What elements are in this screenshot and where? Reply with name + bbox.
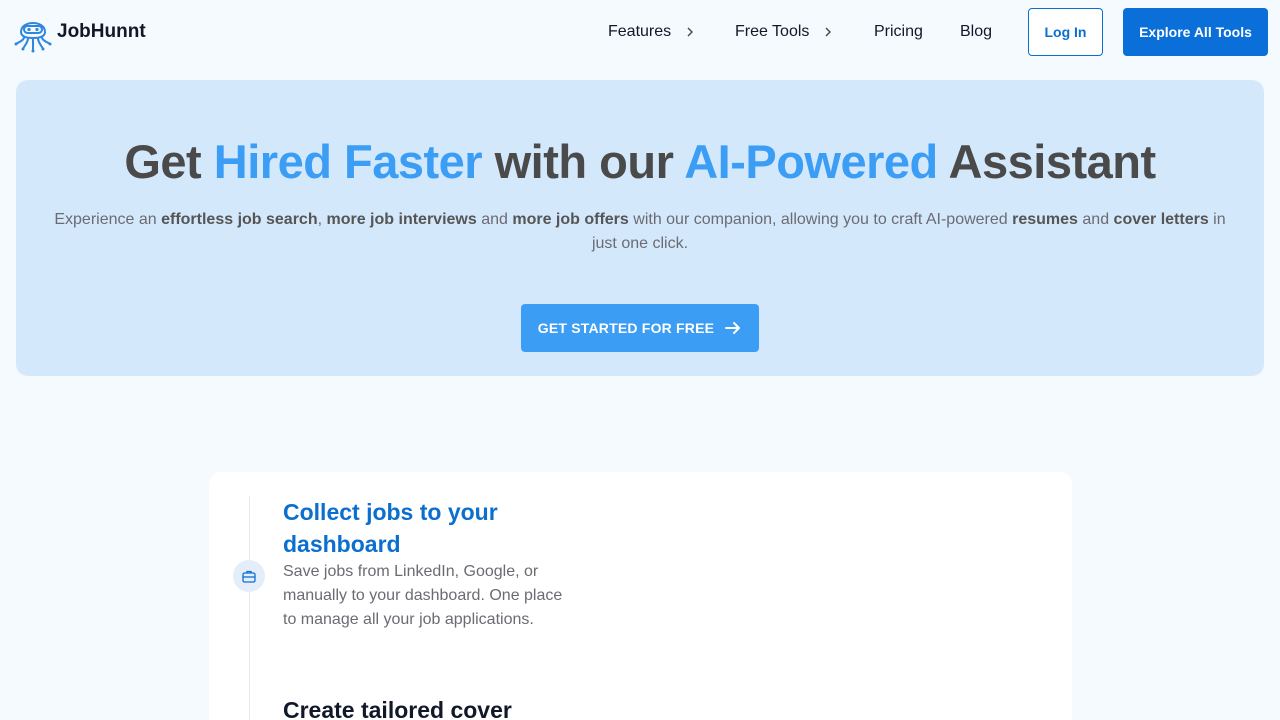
get-started-button[interactable]: GET STARTED FOR FREE xyxy=(521,304,759,352)
subtitle-text: and xyxy=(1077,211,1114,228)
nav-blog[interactable]: Blog xyxy=(960,0,992,64)
step-collect-jobs-title: Collect jobs to your dashboard xyxy=(283,499,498,557)
hero-title-highlight: AI-Powered xyxy=(684,135,938,188)
step-icon-badge xyxy=(233,560,265,592)
step-collect-jobs-description: Save jobs from LinkedIn, Google, or manu… xyxy=(283,563,563,628)
arrow-right-icon xyxy=(725,322,741,334)
timeline-line xyxy=(249,496,250,720)
hero-title-highlight: Hired Faster xyxy=(213,135,483,188)
explore-all-tools-button[interactable]: Explore All Tools xyxy=(1123,8,1268,56)
subtitle-emphasis: effortless job search xyxy=(161,211,318,228)
chevron-right-icon xyxy=(687,27,694,37)
subtitle-emphasis: more job offers xyxy=(512,211,629,228)
hero-subtitle: Experience an effortless job search, mor… xyxy=(46,208,1234,256)
nav-blog-label: Blog xyxy=(960,23,993,40)
subtitle-text: Experience an xyxy=(54,211,162,228)
top-navbar: JobHunnt Features Free Tools Pricing Blo… xyxy=(0,0,1280,64)
hero-title-part: with our xyxy=(482,135,685,188)
subtitle-emphasis: cover letters xyxy=(1113,211,1209,228)
logo-text: JobHunnt xyxy=(57,21,146,42)
nav-free-tools-label: Free Tools xyxy=(735,23,810,40)
subtitle-text: with our companion, allowing you to craf… xyxy=(628,211,1013,228)
login-button[interactable]: Log In xyxy=(1028,8,1103,56)
hero-title-part: Get xyxy=(124,135,214,188)
nav-free-tools[interactable]: Free Tools xyxy=(735,0,833,64)
logo[interactable]: JobHunnt xyxy=(12,12,146,54)
briefcase-icon xyxy=(242,570,256,583)
chevron-right-icon xyxy=(825,27,832,37)
nav-features[interactable]: Features xyxy=(608,0,695,64)
subtitle-emphasis: more job interviews xyxy=(326,211,477,228)
step-cover-letter-title: Create tailored cover xyxy=(283,697,512,720)
get-started-label: GET STARTED FOR FREE xyxy=(537,320,715,336)
nav-pricing-label: Pricing xyxy=(874,23,923,40)
octopus-logo-icon xyxy=(14,22,52,53)
nav-features-label: Features xyxy=(608,23,672,40)
nav-pricing[interactable]: Pricing xyxy=(874,0,923,64)
features-card: Collect jobs to your dashboard Save jobs… xyxy=(209,472,1072,720)
subtitle-text: and xyxy=(476,211,513,228)
hero-title-part: Assistant xyxy=(937,135,1157,188)
hero-section: Get Hired Faster with our AI-Powered Ass… xyxy=(16,80,1264,376)
subtitle-emphasis: resumes xyxy=(1012,211,1078,228)
hero-title: Get Hired Faster with our AI-Powered Ass… xyxy=(16,134,1264,189)
